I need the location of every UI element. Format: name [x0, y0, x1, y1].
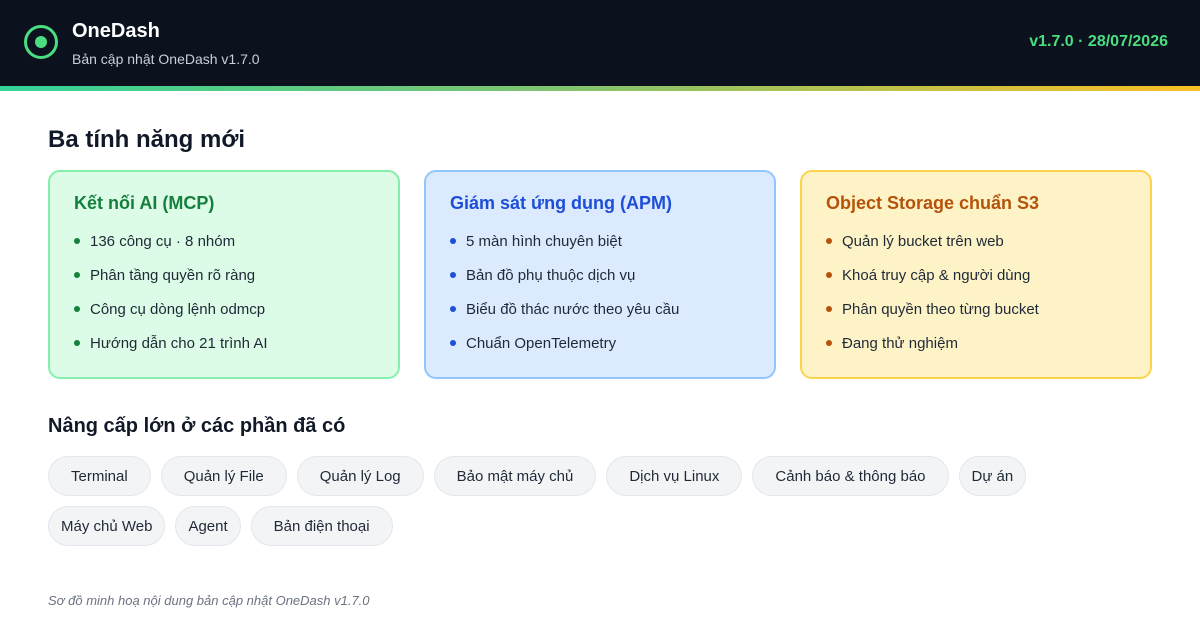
caption: Sơ đồ minh hoạ nội dung bản cập nhật One…	[48, 593, 370, 608]
list-item-text: Quản lý bucket trên web	[842, 232, 1004, 250]
bullet-icon	[74, 238, 80, 244]
list-item-text: 5 màn hình chuyên biệt	[466, 232, 622, 250]
version-date: v1.7.0 · 28/07/2026	[1029, 33, 1168, 50]
chip-log-manager: Quản lý Log	[296, 456, 424, 496]
list-item-text: Đang thử nghiệm	[842, 334, 958, 352]
feature-card-apm: Giám sát ứng dụng (APM) 5 màn hình chuyê…	[424, 170, 776, 379]
feature-card-mcp: Kết nối AI (MCP) 136 công cụ · 8 nhóm Ph…	[48, 170, 400, 379]
bullet-icon	[450, 272, 456, 278]
bullet-icon	[826, 272, 832, 278]
list-item: Biểu đồ thác nước theo yêu cầu	[450, 292, 750, 326]
bullet-icon	[826, 340, 832, 346]
chip-alerts: Cảnh báo & thông báo	[752, 456, 949, 496]
list-item-text: 136 công cụ · 8 nhóm	[90, 232, 236, 250]
card-title: Kết nối AI (MCP)	[74, 193, 215, 213]
brand-name: OneDash	[72, 20, 160, 42]
list-item-text: Hướng dẫn cho 21 trình AI	[90, 334, 268, 352]
chip-web-server: Máy chủ Web	[48, 506, 166, 546]
bullet-icon	[450, 238, 456, 244]
list-item: Phân tầng quyền rõ ràng	[74, 258, 374, 292]
bullet-icon	[74, 340, 80, 346]
list-item: Hướng dẫn cho 21 trình AI	[74, 326, 374, 360]
list-item-text: Phân quyền theo từng bucket	[842, 300, 1039, 318]
bullet-icon	[826, 238, 832, 244]
chip-linux-services: Dịch vụ Linux	[606, 456, 743, 496]
feature-card-s3: Object Storage chuẩn S3 Quản lý bucket t…	[800, 170, 1152, 379]
list-item-text: Phân tầng quyền rõ ràng	[90, 266, 256, 284]
chip-file-manager: Quản lý File	[160, 456, 287, 496]
bullet-icon	[74, 272, 80, 278]
main-content: Ba tính năng mới Kết nối AI (MCP) 136 cô…	[0, 126, 1200, 608]
list-item-text: Khoá truy cập & người dùng	[842, 266, 1031, 284]
list-item: Công cụ dòng lệnh odmcp	[74, 292, 374, 326]
card-title: Object Storage chuẩn S3	[826, 193, 1040, 213]
list-item: 5 màn hình chuyên biệt	[450, 224, 750, 258]
list-item: Quản lý bucket trên web	[826, 224, 1126, 258]
list-item-text: Chuẩn OpenTelemetry	[466, 334, 617, 352]
list-item-text: Biểu đồ thác nước theo yêu cầu	[466, 300, 680, 318]
list-item: Chuẩn OpenTelemetry	[450, 326, 750, 360]
brand-subtitle: Bản cập nhật OneDash v1.7.0	[72, 51, 260, 67]
feature-cards: Kết nối AI (MCP) 136 công cụ · 8 nhóm Ph…	[48, 170, 1152, 379]
chip-server-security: Bảo mật máy chủ	[433, 456, 597, 496]
target-icon	[24, 25, 58, 59]
chip-agent: Agent	[175, 506, 241, 546]
bullet-icon	[826, 306, 832, 312]
upgrade-chips: Terminal Quản lý File Quản lý Log Bảo mậ…	[48, 456, 1148, 546]
list-item: Khoá truy cập & người dùng	[826, 258, 1126, 292]
bullet-icon	[74, 306, 80, 312]
list-item: Đang thử nghiệm	[826, 326, 1126, 360]
list-item-text: Bản đồ phụ thuộc dịch vụ	[466, 266, 636, 284]
bullet-icon	[450, 340, 456, 346]
accent-divider	[0, 86, 1200, 91]
brand-block: OneDash Bản cập nhật OneDash v1.7.0	[72, 19, 260, 67]
list-item: Bản đồ phụ thuộc dịch vụ	[450, 258, 750, 292]
list-item-text: Công cụ dòng lệnh odmcp	[90, 300, 266, 318]
upgrades-heading: Nâng cấp lớn ở các phần đã có	[48, 415, 346, 437]
features-heading: Ba tính năng mới	[48, 126, 246, 153]
chip-terminal: Terminal	[48, 456, 151, 496]
list-item: 136 công cụ · 8 nhóm	[74, 224, 374, 258]
card-title: Giám sát ứng dụng (APM)	[450, 193, 673, 213]
bullet-icon	[450, 306, 456, 312]
chip-projects: Dự án	[958, 456, 1027, 496]
header-bar: OneDash Bản cập nhật OneDash v1.7.0 v1.7…	[0, 0, 1200, 86]
list-item: Phân quyền theo từng bucket	[826, 292, 1126, 326]
chip-mobile: Bản điện thoại	[250, 506, 393, 546]
